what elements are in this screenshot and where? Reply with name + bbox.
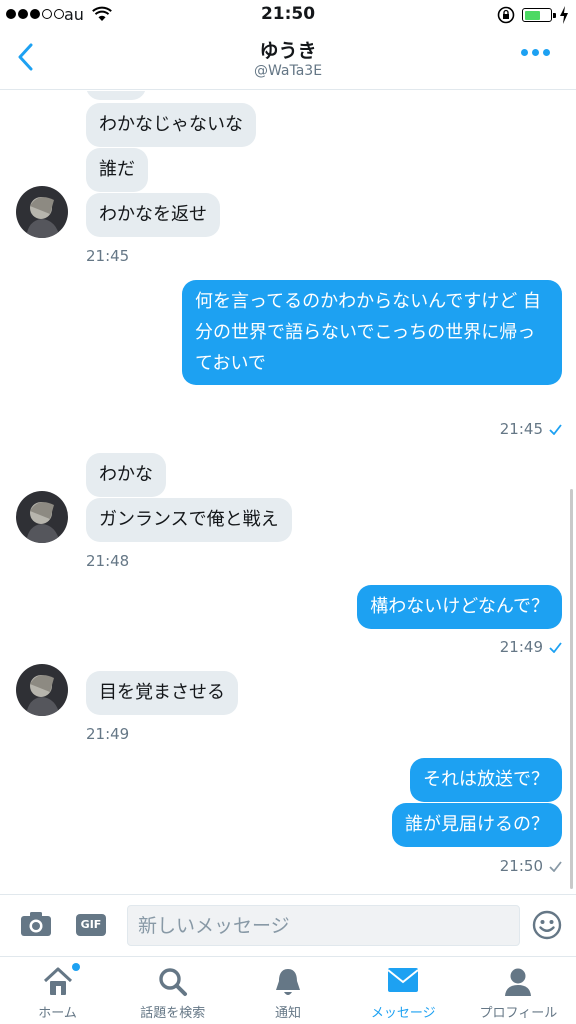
- check-icon: [549, 641, 562, 653]
- contact-name: ゆうき: [259, 40, 317, 62]
- tab-label: 話題を検索: [140, 1006, 206, 1021]
- message-bubble-incoming: わかなじゃないな: [86, 103, 256, 147]
- message-bubble-incoming: 誰だ: [86, 148, 148, 192]
- tab-label: 通知: [275, 1006, 302, 1021]
- message-bubble-incoming: わかなを返せ: [86, 193, 220, 237]
- message-bubble-partial: [86, 91, 146, 100]
- avatar[interactable]: [16, 491, 68, 543]
- conversation-header: ゆうき @WaTa3E: [0, 30, 576, 90]
- charging-bolt-icon: [559, 6, 569, 28]
- emoji-icon: [532, 910, 562, 940]
- tab-home[interactable]: ホーム: [0, 957, 115, 1024]
- envelope-icon: [387, 967, 419, 997]
- more-dots-icon: [521, 49, 528, 56]
- message-timestamp: 21:45: [86, 247, 130, 265]
- tab-explore[interactable]: 話題を検索: [115, 957, 230, 1024]
- message-input[interactable]: [127, 905, 520, 946]
- message-bubble-incoming: ガンランスで俺と戦え: [86, 498, 292, 542]
- message-bubble-outgoing: それは放送で？: [410, 758, 562, 802]
- more-options-button[interactable]: [521, 49, 550, 56]
- scrollbar[interactable]: [570, 489, 573, 889]
- message-timestamp: 21:49: [499, 638, 543, 656]
- gif-button[interactable]: GIF: [76, 914, 106, 936]
- status-bar: au 21:50: [0, 0, 576, 30]
- avatar[interactable]: [16, 664, 68, 716]
- tab-label: ホーム: [38, 1006, 77, 1021]
- search-icon: [158, 967, 188, 1001]
- notification-dot: [71, 963, 80, 971]
- rotation-lock-icon: [497, 6, 515, 28]
- home-icon: [42, 963, 80, 1001]
- message-bubble-outgoing: 構わないけどなんで？: [357, 585, 562, 629]
- check-icon: [549, 423, 562, 435]
- message-bubble-outgoing: 何を言ってるのかわからないんですけど 自分の世界で語らないでこっちの世界に帰って…: [182, 280, 562, 385]
- tab-label: メッセージ: [370, 1006, 436, 1021]
- emoji-button[interactable]: [532, 910, 562, 944]
- message-timestamp-row: 21:50: [500, 857, 562, 875]
- check-icon: [549, 860, 562, 872]
- contact-handle: @WaTa3E: [253, 63, 323, 79]
- tab-messages[interactable]: メッセージ: [346, 957, 461, 1024]
- message-timestamp: 21:45: [499, 420, 543, 438]
- tab-profile[interactable]: プロフィール: [461, 957, 576, 1024]
- message-timestamp-row: 21:49: [500, 638, 562, 656]
- tab-bar: ホーム 話題を検索 通知 メッセージ プロフィール: [0, 956, 576, 1024]
- message-timestamp: 21:48: [86, 552, 130, 570]
- status-clock: 21:50: [260, 4, 316, 24]
- message-timestamp: 21:50: [499, 857, 543, 875]
- message-composer: GIF: [0, 894, 576, 956]
- message-bubble-incoming: わかな: [86, 453, 166, 497]
- battery-icon: [522, 8, 556, 22]
- tab-notifications[interactable]: 通知: [230, 957, 345, 1024]
- message-timestamp-row: 21:45: [500, 420, 562, 438]
- message-bubble-incoming: 目を覚まさせる: [86, 671, 238, 715]
- bell-icon: [274, 967, 302, 1001]
- message-timestamp: 21:49: [86, 725, 130, 743]
- camera-button[interactable]: [20, 911, 52, 941]
- tab-label: プロフィール: [479, 1006, 558, 1021]
- person-icon: [503, 967, 533, 1001]
- avatar[interactable]: [16, 186, 68, 238]
- message-list[interactable]: わかなじゃないな 誰だ わかなを返せ 21:45 何を言ってるのかわからないんで…: [0, 91, 576, 894]
- camera-icon: [21, 912, 51, 936]
- message-bubble-outgoing: 誰が見届けるの？: [392, 803, 562, 847]
